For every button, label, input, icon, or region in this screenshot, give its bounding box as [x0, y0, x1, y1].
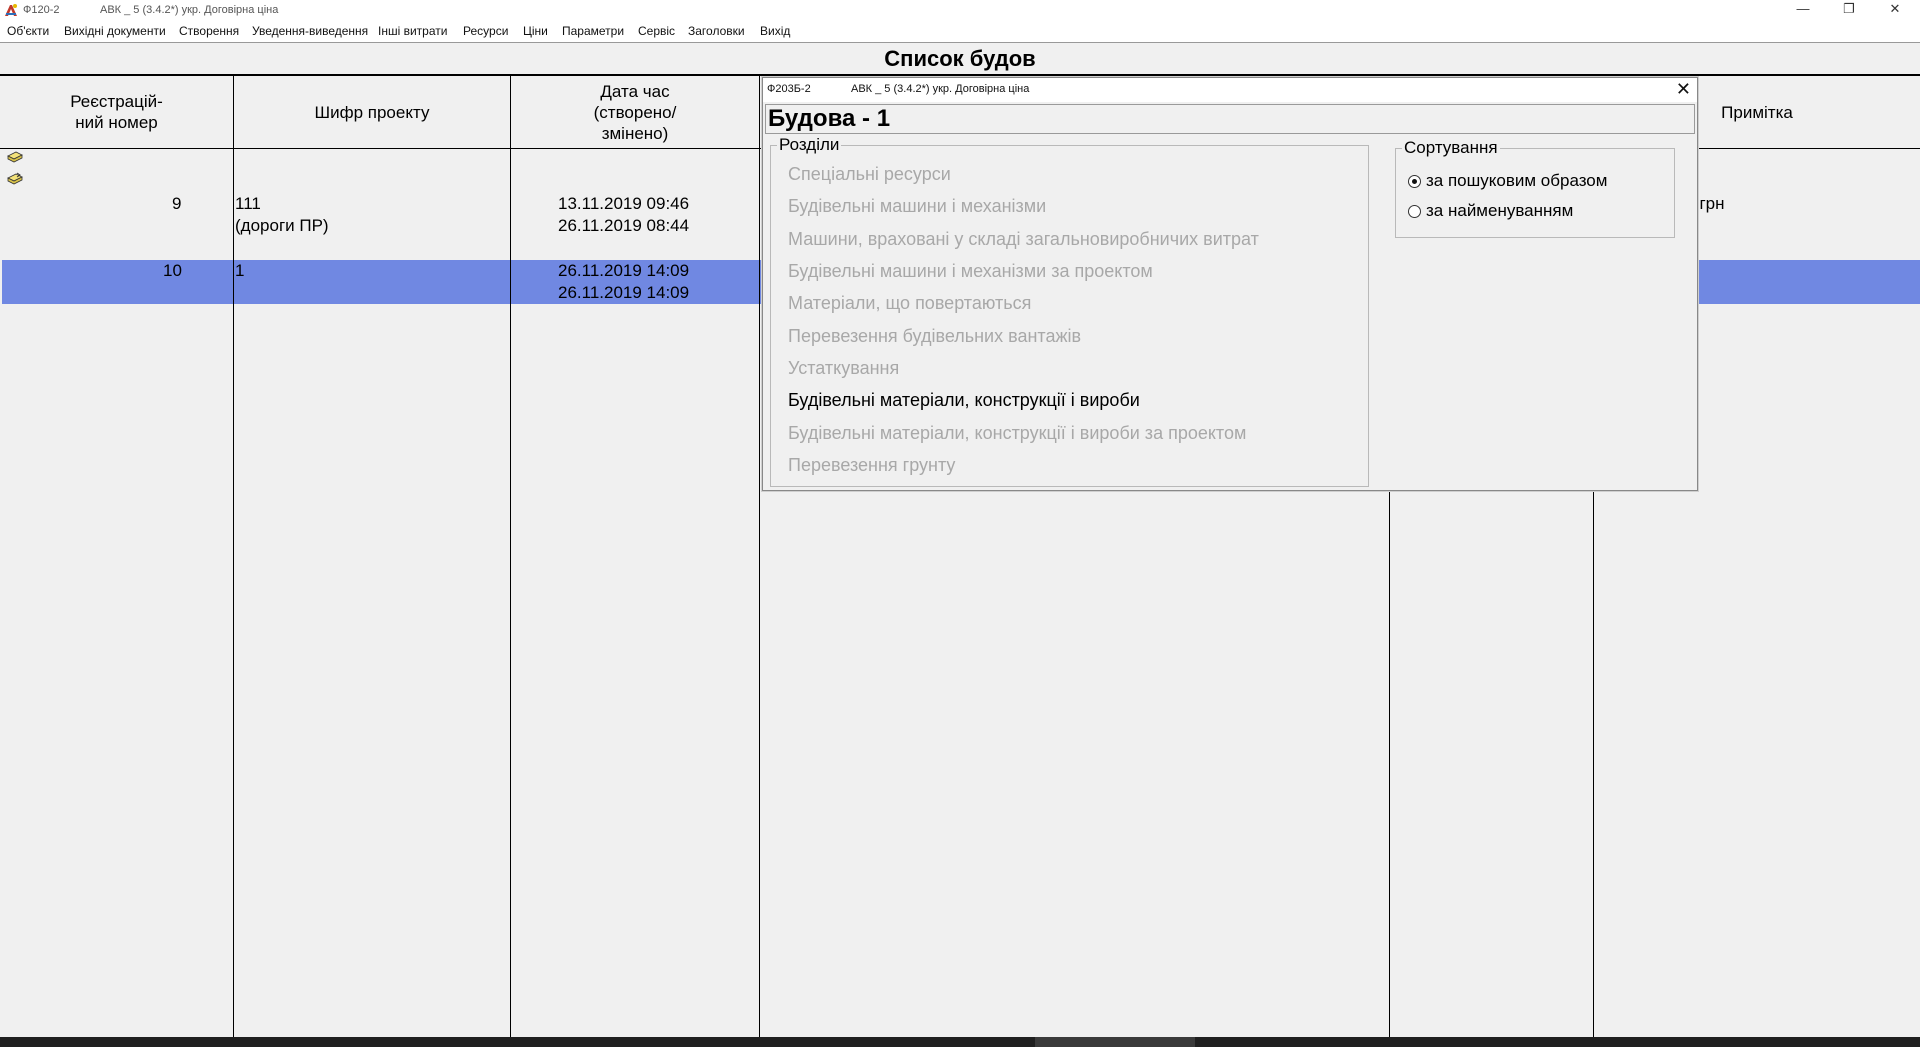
- column-header-label: Реєстрацій- ний номер: [70, 92, 163, 132]
- cell-reg-number: 10: [163, 261, 182, 280]
- cell-project-code: 1: [235, 261, 245, 280]
- cell-modified: 26.11.2019 08:44: [558, 216, 690, 235]
- menu-resources[interactable]: Ресурси: [463, 24, 508, 38]
- menu-objects[interactable]: Об'єкти: [7, 24, 49, 38]
- column-header-label: Дата час (створено/ змінено): [593, 81, 677, 143]
- menu-service[interactable]: Сервіс: [638, 24, 675, 38]
- menu-other-costs[interactable]: Інші витрати: [378, 24, 447, 38]
- dialog-close-icon[interactable]: ✕: [1676, 79, 1691, 99]
- sort-by-search-option[interactable]: за пошуковим образом: [1408, 171, 1607, 191]
- radio-checked-icon[interactable]: [1408, 174, 1421, 188]
- sorting-group: Сортування за пошуковим образом за найме…: [1395, 139, 1675, 238]
- minimize-button[interactable]: —: [1780, 0, 1826, 20]
- menu-create[interactable]: Створення: [179, 24, 239, 38]
- dialog-title-bar: Ф203Б-2 АВК _ 5 (3.4.2*) укр. Договірна …: [763, 78, 1697, 102]
- menu-prices[interactable]: Ціни: [523, 24, 548, 38]
- close-button[interactable]: ✕: [1872, 0, 1918, 20]
- cell-created: 26.11.2019 14:09: [558, 261, 690, 280]
- cell-project-code-sub: (дороги ПР): [235, 216, 329, 235]
- sort-by-name-option[interactable]: за найменуванням: [1408, 201, 1573, 221]
- page-title: Список будов: [0, 42, 1920, 74]
- section-item-special-resources[interactable]: Спеціальні ресурси: [788, 163, 951, 185]
- title-bar: Ф120-2 АВК _ 5 (3.4.2*) укр. Договірна ц…: [0, 0, 1920, 20]
- menu-parameters[interactable]: Параметри: [562, 24, 624, 38]
- column-header-reg-number[interactable]: Реєстрацій- ний номер: [0, 76, 233, 148]
- radio-unchecked-icon[interactable]: [1408, 204, 1421, 218]
- section-item-machines-project[interactable]: Будівельні машини і механізми за проекто…: [788, 260, 1153, 282]
- dialog-heading: Будова - 1: [765, 104, 1695, 134]
- window-title: АВК _ 5 (3.4.2*) укр. Договірна ціна: [100, 4, 279, 16]
- dialog-form-code: Ф203Б-2: [767, 83, 811, 95]
- section-item-returned-materials[interactable]: Матеріали, що повертаються: [788, 292, 1031, 314]
- menu-bar: Об'єкти Вихідні документи Створення Увед…: [0, 20, 1920, 42]
- cell-created: 13.11.2019 09:46: [558, 194, 690, 213]
- section-item-building-materials-project[interactable]: Будівельні матеріали, конструкції і виро…: [788, 422, 1246, 444]
- section-item-machines-overhead[interactable]: Машини, враховані у складі загальновироб…: [788, 228, 1259, 250]
- menu-input-output[interactable]: Уведення-виведення: [252, 24, 368, 38]
- column-divider: [510, 76, 511, 1039]
- section-item-soil-transport[interactable]: Перевезення грунту: [788, 454, 955, 476]
- section-item-machines[interactable]: Будівельні машини і механізми: [788, 195, 1046, 217]
- column-divider: [233, 76, 234, 1039]
- sort-option-label: за пошуковим образом: [1426, 171, 1608, 190]
- restore-button[interactable]: ❐: [1826, 0, 1872, 20]
- section-item-building-materials[interactable]: Будівельні матеріали, конструкції і виро…: [788, 389, 1140, 411]
- app-window: Ф120-2 АВК _ 5 (3.4.2*) укр. Договірна ц…: [0, 0, 1920, 1047]
- section-item-cargo-transport[interactable]: Перевезення будівельних вантажів: [788, 325, 1081, 347]
- taskbar-active-item[interactable]: [1035, 1037, 1195, 1047]
- column-header-label: Шифр проекту: [314, 102, 430, 122]
- cell-modified: 26.11.2019 14:09: [558, 283, 690, 302]
- stack-arrow-icon[interactable]: [7, 172, 23, 186]
- column-header-label: Примітка: [1721, 102, 1793, 122]
- taskbar: [0, 1037, 1920, 1047]
- menu-exit[interactable]: Вихід: [760, 24, 790, 38]
- window-form-code: Ф120-2: [23, 4, 60, 16]
- cell-project-code: 111: [235, 194, 261, 213]
- menu-output-documents[interactable]: Вихідні документи: [64, 24, 166, 38]
- sections-group-label: Розділи: [777, 135, 842, 154]
- column-header-project-code[interactable]: Шифр проекту: [234, 76, 510, 148]
- section-item-equipment[interactable]: Устаткування: [788, 357, 899, 379]
- cell-reg-number: 9: [172, 194, 182, 213]
- menu-headers[interactable]: Заголовки: [688, 24, 745, 38]
- column-header-datetime[interactable]: Дата час (створено/ змінено): [511, 76, 759, 148]
- column-divider: [759, 76, 760, 1039]
- sections-group: Розділи Спеціальні ресурси Будівельні ма…: [770, 136, 1369, 487]
- stack-icon[interactable]: [7, 150, 23, 164]
- sorting-group-label: Сортування: [1402, 138, 1500, 157]
- sections-dialog: Ф203Б-2 АВК _ 5 (3.4.2*) укр. Договірна …: [762, 77, 1698, 491]
- dialog-title: АВК _ 5 (3.4.2*) укр. Договірна ціна: [851, 83, 1030, 95]
- sort-option-label: за найменуванням: [1426, 201, 1574, 220]
- app-logo-icon: [5, 4, 17, 16]
